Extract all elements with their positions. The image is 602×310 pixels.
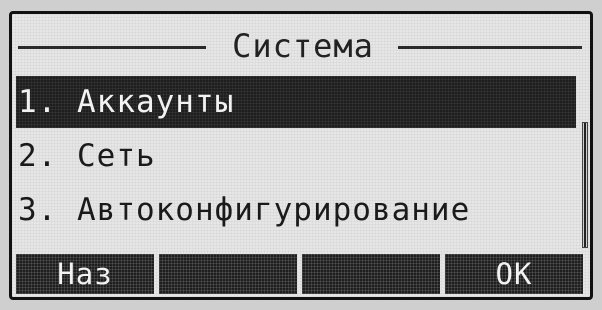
softkey-bar: Наз OK — [16, 254, 586, 294]
phone-bezel: Система 1. Аккаунты 2. Сеть 3. Автоконфи… — [0, 0, 602, 310]
menu-item-accounts[interactable]: 1. Аккаунты — [16, 76, 576, 128]
menu-scrollbar[interactable] — [582, 122, 588, 248]
title-divider-right — [398, 46, 582, 49]
scrollbar-thumb[interactable] — [584, 123, 586, 247]
lcd-screen: Система 1. Аккаунты 2. Сеть 3. Автоконфи… — [9, 11, 593, 300]
title-divider-left — [18, 46, 206, 49]
softkey-2-empty[interactable] — [159, 254, 297, 294]
menu-list: 1. Аккаунты 2. Сеть 3. Автоконфигурирова… — [16, 76, 576, 236]
menu-item-autoprovisioning[interactable]: 3. Автоконфигурирование — [16, 184, 576, 236]
menu-item-network[interactable]: 2. Сеть — [16, 130, 576, 182]
screen-title: Система — [232, 27, 374, 65]
screen-title-row: Система — [12, 24, 590, 68]
softkey-back[interactable]: Наз — [16, 254, 154, 294]
softkey-3-empty[interactable] — [302, 254, 440, 294]
softkey-ok[interactable]: OK — [445, 254, 583, 294]
